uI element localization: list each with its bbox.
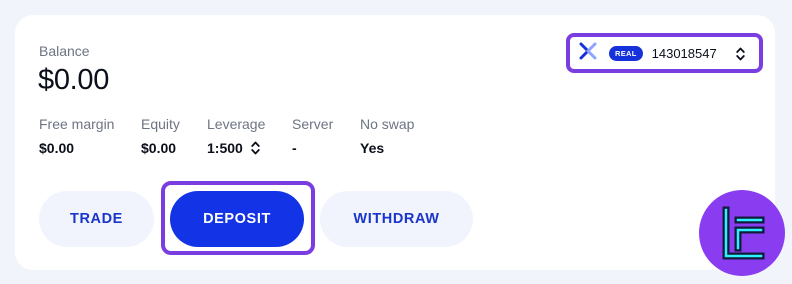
stat-label: Leverage (207, 116, 266, 132)
withdraw-button[interactable]: WITHDRAW (320, 191, 473, 247)
stat-label: Equity (141, 116, 180, 132)
leverage-selector[interactable]: 1:500 (207, 140, 265, 156)
account-number: 143018547 (651, 45, 717, 61)
stat-no-swap: No swap Yes (360, 116, 414, 156)
stat-label: No swap (360, 116, 415, 132)
tradingfinder-logo-icon (699, 190, 785, 276)
stat-value: - (292, 140, 297, 156)
account-selector[interactable]: REAL 143018547 (566, 33, 763, 73)
stat-value: $0.00 (141, 140, 177, 156)
stat-value: $0.00 (39, 140, 75, 156)
stat-server: Server - (292, 116, 333, 156)
deposit-button[interactable]: DEPOSIT (170, 191, 304, 247)
balance-label: Balance (39, 43, 90, 59)
chevron-up-down-icon[interactable] (251, 140, 260, 156)
stat-free-margin: Free margin $0.00 (39, 116, 114, 156)
stat-value: Yes (360, 140, 385, 156)
stat-value: 1:500 (207, 140, 243, 156)
x-brand-logo-icon (578, 41, 598, 66)
trade-button[interactable]: TRADE (39, 191, 154, 247)
stat-label: Server (292, 116, 334, 132)
stat-label: Free margin (39, 116, 115, 132)
account-type-badge: REAL (609, 45, 643, 61)
stat-leverage: Leverage 1:500 (207, 116, 265, 156)
balance-value: $0.00 (38, 64, 110, 96)
stat-equity: Equity $0.00 (141, 116, 180, 156)
chevron-up-down-icon[interactable] (736, 46, 745, 67)
